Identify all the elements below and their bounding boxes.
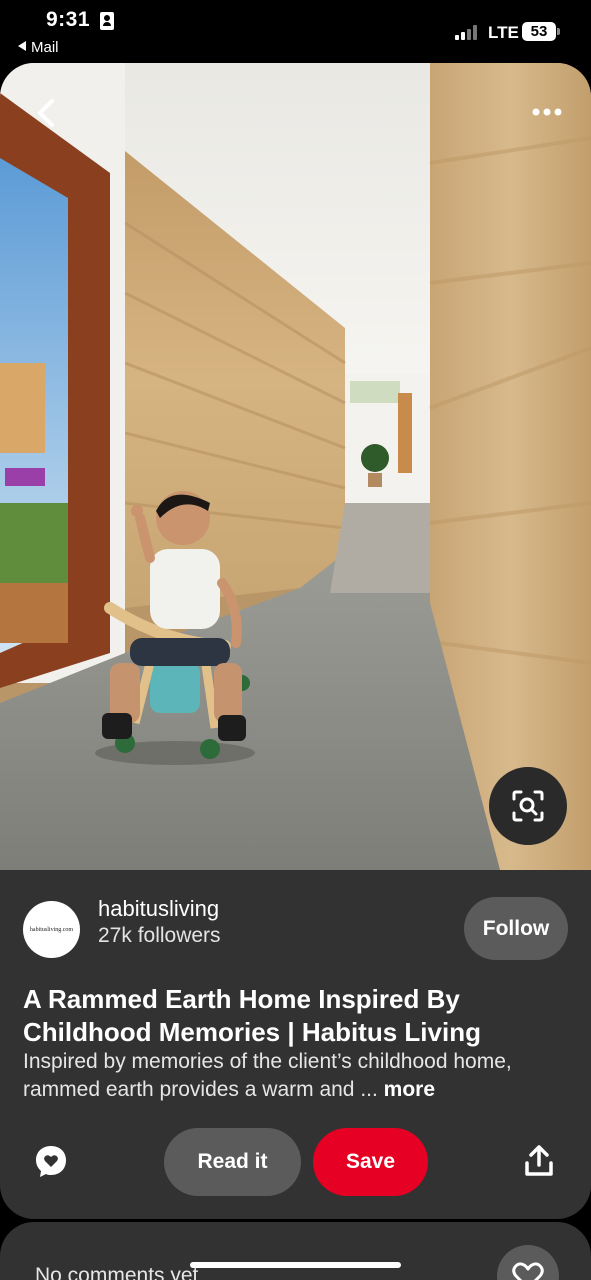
pin-title: A Rammed Earth Home Inspired By Childhoo… (23, 984, 481, 1047)
signal-icon (455, 24, 481, 40)
description-text: Inspired by memories of the client’s chi… (23, 1050, 512, 1101)
back-button[interactable] (30, 95, 66, 131)
pin-description: Inspired by memories of the client’s chi… (23, 1048, 568, 1104)
follower-count: 27k followers (98, 924, 221, 947)
follow-button[interactable]: Follow (464, 897, 568, 960)
back-app-label: Mail (31, 39, 59, 56)
save-button[interactable]: Save (313, 1128, 428, 1196)
more-options-button[interactable] (527, 97, 567, 127)
more-link[interactable]: more (384, 1078, 435, 1101)
hallway-photo (0, 63, 591, 870)
read-it-button[interactable]: Read it (164, 1128, 301, 1196)
id-card-icon (100, 12, 114, 30)
back-to-mail-link[interactable]: Mail (18, 39, 59, 56)
visual-search-button[interactable] (489, 767, 567, 845)
more-dots-icon (532, 108, 562, 116)
pin-card: habitusliving.com habitusliving 27k foll… (0, 63, 591, 1219)
share-icon (525, 1145, 553, 1176)
creator-name[interactable]: habitusliving (98, 896, 219, 922)
pin-image[interactable] (0, 63, 591, 870)
back-triangle-icon (18, 41, 26, 51)
comment-icon (36, 1146, 66, 1177)
comments-card: No comments yet (0, 1222, 591, 1280)
status-time: 9:31 (46, 8, 91, 31)
network-type: LTE (488, 23, 519, 42)
like-button[interactable] (497, 1245, 559, 1280)
visual-search-icon (512, 790, 544, 822)
home-indicator[interactable] (190, 1262, 401, 1268)
battery-icon: 53 (522, 22, 560, 41)
creator-avatar[interactable]: habitusliving.com (23, 901, 80, 958)
action-row: Read it Save (0, 1127, 591, 1197)
heart-icon (512, 1262, 544, 1280)
creator-row: habitusliving.com habitusliving 27k foll… (0, 891, 591, 971)
no-comments-text: No comments yet (35, 1264, 199, 1280)
share-button[interactable] (522, 1143, 556, 1179)
back-arrow-icon (38, 99, 54, 127)
status-bar: 9:31 Mail LTE 53 (0, 0, 591, 62)
comment-button[interactable] (33, 1143, 69, 1179)
